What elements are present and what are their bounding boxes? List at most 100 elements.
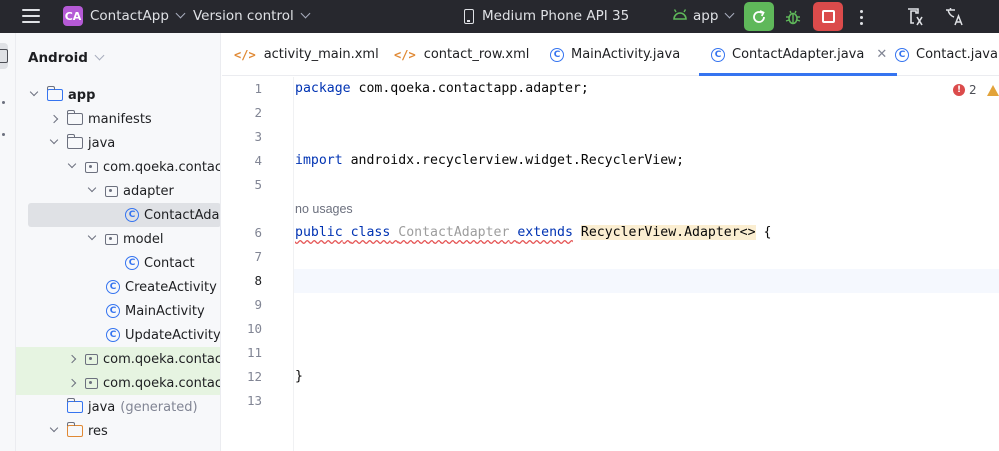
xml-icon: </> [394, 47, 416, 62]
tree-node-package-test[interactable]: com.qoeka.contactapp [16, 371, 220, 395]
run-config-selector[interactable]: app [672, 8, 735, 24]
tab-contact-row-xml[interactable]: </> contact_row.xml [394, 33, 529, 76]
expand-arrow-icon[interactable] [87, 231, 97, 241]
run-config-label: app [693, 8, 719, 24]
translate-icon[interactable] [942, 5, 966, 29]
tree-node-app[interactable]: app [16, 83, 220, 107]
tree-node-label: model [123, 231, 164, 247]
tree-node-createactivity[interactable]: C CreateActivity [16, 275, 220, 299]
stop-icon [821, 10, 835, 23]
expand-arrow-icon[interactable] [49, 135, 59, 145]
problems-indicator[interactable]: ! 2 [953, 83, 999, 97]
usage-hint[interactable]: no usages [295, 202, 353, 216]
tree-node-label: app [68, 87, 96, 103]
tab-label: contact_row.xml [423, 47, 530, 62]
code-line-closing-brace: } [295, 369, 303, 384]
collapse-arrow-icon[interactable] [67, 354, 77, 364]
project-selector[interactable]: ContactApp [90, 8, 186, 24]
tree-node-manifests[interactable]: manifests [16, 107, 220, 131]
tree-node-adapter[interactable]: adapter [16, 179, 220, 203]
more-actions-button[interactable] [851, 6, 871, 28]
class-icon: C [125, 256, 139, 270]
project-view-selector[interactable]: Android [28, 50, 105, 66]
tree-node-label: com.qoeka.contactapp [103, 375, 220, 391]
keyword: public [295, 225, 343, 240]
line-number: 9 [254, 297, 262, 312]
current-line-highlight [294, 269, 999, 293]
resources-folder-icon [66, 422, 83, 437]
collapse-arrow-icon[interactable] [67, 378, 77, 388]
expand-arrow-icon[interactable] [29, 87, 39, 97]
tree-node-updateactivity[interactable]: C UpdateActivity [16, 323, 221, 347]
tree-node-java-generated[interactable]: java (generated) [16, 395, 220, 419]
project-view-label: Android [28, 50, 88, 66]
class-icon: C [106, 328, 120, 342]
warning-icon [986, 84, 999, 96]
tree-node-label: res [88, 423, 108, 439]
class-name: ContactAdapter [398, 225, 510, 240]
more-tool-windows-icon[interactable] [2, 133, 5, 136]
expand-arrow-icon[interactable] [49, 423, 59, 433]
collapse-arrow-icon[interactable] [49, 114, 59, 124]
package-icon [85, 353, 98, 365]
code-text: { [755, 225, 772, 240]
version-control-label: Version control [193, 8, 294, 24]
tree-node-label: com.qoeka.contactapp [103, 159, 220, 175]
tree-node-model[interactable]: model [16, 227, 220, 251]
tree-node-label: ContactAdapter [144, 207, 220, 223]
tree-node-label: adapter [123, 183, 174, 199]
class-icon: C [106, 304, 120, 318]
version-control-menu[interactable]: Version control [193, 8, 311, 24]
tree-node-package-androidtest[interactable]: com.qoeka.contactapp [16, 347, 220, 371]
tree-node-label: com.qoeka.contactapp [103, 351, 220, 367]
device-label: Medium Phone API 35 [482, 8, 630, 24]
tree-node-suffix: (generated) [120, 399, 198, 415]
package-icon [105, 185, 118, 197]
tree-node-contact[interactable]: C Contact [16, 251, 220, 275]
main-menu-icon[interactable] [22, 8, 40, 24]
refresh-icon [753, 9, 765, 23]
tree-node-mainactivity[interactable]: C MainActivity [16, 299, 220, 323]
expand-arrow-icon[interactable] [87, 183, 97, 193]
chevron-down-icon [175, 8, 186, 19]
line-number: 6 [254, 225, 262, 240]
tab-mainactivity-java[interactable]: C MainActivity.java [550, 33, 680, 76]
tree-node-contactadapter[interactable]: C ContactAdapter [28, 203, 220, 227]
project-badge[interactable]: CA [63, 6, 83, 26]
package-icon [105, 233, 118, 245]
tree-node-label: UpdateActivity [125, 327, 221, 343]
tab-activity-main-xml[interactable]: </> activity_main.xml [234, 33, 379, 76]
expand-arrow-icon[interactable] [67, 159, 77, 169]
debug-button[interactable] [780, 4, 806, 30]
apply-changes-button[interactable] [744, 2, 774, 31]
module-folder-icon [46, 86, 63, 101]
structure-tool-window-icon[interactable] [2, 101, 5, 104]
folder-icon [66, 134, 83, 149]
title-bar: CA ContactApp Version control Medium Pho… [0, 0, 999, 33]
tree-node-package-main[interactable]: com.qoeka.contactapp [16, 155, 220, 179]
tree-node-java[interactable]: java [16, 131, 220, 155]
code-editor[interactable]: 1 2 3 4 5 6 7 8 9 10 11 12 13 package co… [222, 77, 999, 451]
tree-node-label: java [88, 135, 116, 151]
gemini-assistant-icon[interactable] [903, 5, 927, 29]
code-text: androidx.recyclerview.widget.RecyclerVie… [342, 153, 685, 168]
close-icon[interactable]: ✕ [876, 47, 887, 62]
error-count: 2 [969, 83, 977, 97]
line-number: 13 [246, 393, 262, 408]
code-line-import: import androidx.recyclerview.widget.Recy… [295, 153, 684, 168]
tab-contact-java[interactable]: C Contact.java [895, 33, 998, 76]
line-number: 5 [254, 177, 262, 192]
line-number: 7 [254, 249, 262, 264]
chevron-down-icon [300, 8, 311, 19]
tab-contactadapter-java[interactable]: C ContactAdapter.java ✕ [698, 33, 898, 76]
android-icon [673, 9, 687, 20]
project-tool-window-icon[interactable] [0, 43, 8, 69]
device-selector[interactable]: Medium Phone API 35 [464, 8, 629, 24]
stop-button[interactable] [813, 2, 843, 31]
phone-icon [464, 8, 474, 24]
tree-node-res[interactable]: res [16, 419, 220, 443]
superclass-reference: RecyclerView.Adapter<> [580, 225, 756, 240]
project-panel: Android app manifests java com.qoeka.con… [16, 33, 221, 451]
keyword: extends [517, 225, 573, 240]
tree-node-label: java [88, 399, 116, 415]
